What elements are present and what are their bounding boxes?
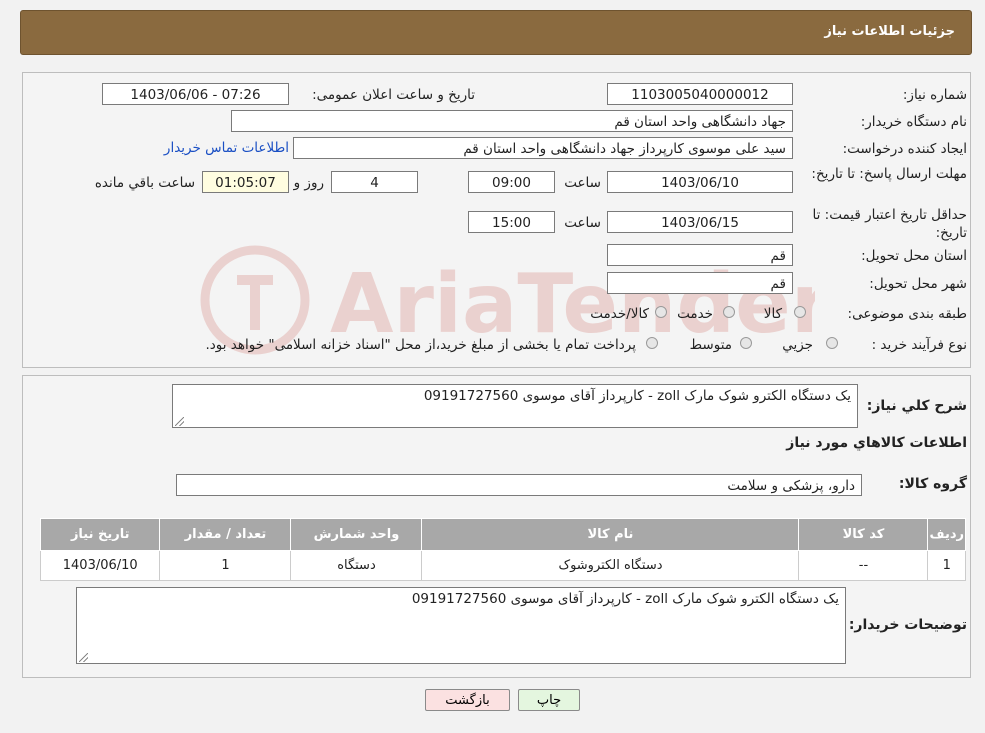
validity-time-label: ساعت [564, 215, 601, 231]
purchase-option-medium: متوسط [689, 337, 732, 353]
purchase-radio-minor[interactable] [826, 337, 838, 349]
validity-time-field: 15:00 [468, 211, 555, 233]
city-field: قم [607, 272, 793, 294]
page-title: جزئیات اطلاعات نیاز [824, 24, 955, 39]
quantity-cell: 1 [159, 550, 292, 581]
goods-info-title: اطلاعات کالاهاي مورد نياز [786, 435, 967, 451]
province-label: استان محل تحویل: [861, 248, 967, 264]
buyer-org-field: جهاد دانشگاهی واحد استان قم [231, 110, 793, 132]
col-unit: واحد شمارش [290, 518, 423, 551]
remaining-time-field: 01:05:07 [202, 171, 289, 193]
province-field: قم [607, 244, 793, 266]
reply-time-field: 09:00 [468, 171, 555, 193]
goods-name-cell: دستگاه الکتروشوک [421, 550, 800, 581]
row-number-cell: 1 [927, 550, 966, 581]
reply-time-label: ساعت [564, 175, 601, 191]
buyer-notes-text: یک دستگاه الکترو شوک مارک zoll - کارپردا… [411, 591, 839, 607]
requester-label: ایجاد کننده درخواست: [842, 141, 967, 157]
summary-textarea[interactable]: یک دستگاه الکترو شوک مارک zoll - کارپردا… [172, 384, 858, 428]
purchase-radio-medium[interactable] [740, 337, 752, 349]
need-date-cell: 1403/06/10 [39, 550, 161, 581]
resize-grip-icon[interactable] [175, 417, 184, 426]
treasury-checkbox[interactable] [646, 337, 658, 349]
col-need-date: تاریخ نیاز [39, 518, 161, 551]
treasury-note: پرداخت تمام یا بخشی از مبلغ خرید،از محل … [205, 337, 636, 353]
buyer-org-label: نام دستگاه خریدار: [860, 114, 967, 130]
category-radio-goods-service[interactable] [655, 306, 667, 318]
goods-group-label: گروه کالا: [898, 476, 967, 492]
back-button[interactable]: بازگشت [425, 689, 510, 711]
city-label: شهر محل تحویل: [869, 276, 967, 292]
col-goods-name: نام کالا [421, 518, 800, 551]
unit-cell: دستگاه [290, 550, 423, 581]
reply-deadline-label: مهلت ارسال پاسخ: تا تاریخ: [811, 166, 967, 182]
buyer-notes-label: توضیحات خریدار: [848, 617, 967, 633]
col-row-number: رديف [927, 518, 966, 551]
days-left-field: 4 [331, 171, 418, 193]
validity-date-field: 1403/06/15 [607, 211, 793, 233]
col-goods-code: کد کالا [798, 518, 929, 551]
goods-table-header: رديف کد کالا نام کالا واحد شمارش تعداد /… [39, 518, 966, 551]
purchase-option-minor: جزیي [782, 337, 813, 353]
need-number-field: 1103005040000012 [607, 83, 793, 105]
day-and-label: روز و [293, 175, 324, 191]
remaining-label: ساعت باقي مانده [94, 175, 195, 191]
price-validity-label: حداقل تاریخ اعتبار قیمت: تا تاریخ: [812, 207, 967, 241]
col-quantity: تعداد / مقدار [159, 518, 292, 551]
category-option-goods: کالا [763, 306, 782, 322]
table-row: 1 -- دستگاه الکتروشوک دستگاه 1 1403/06/1… [39, 550, 966, 581]
print-button[interactable]: چاپ [518, 689, 580, 711]
goods-code-cell: -- [798, 550, 929, 581]
summary-text: یک دستگاه الکترو شوک مارک zoll - کارپردا… [423, 388, 851, 404]
buyer-notes-textarea[interactable]: یک دستگاه الکترو شوک مارک zoll - کارپردا… [76, 587, 846, 664]
requester-field: سید علی موسوی کارپرداز جهاد دانشگاهی واح… [293, 137, 793, 159]
category-option-goods-service: کالا/خدمت [590, 306, 649, 322]
need-number-label: شماره نیاز: [902, 87, 967, 103]
purchase-type-label: نوع فرآیند خرید : [871, 337, 967, 353]
resize-grip-icon[interactable] [79, 653, 88, 662]
announce-datetime-field: 1403/06/06 - 07:26 [102, 83, 289, 105]
category-radio-service[interactable] [723, 306, 735, 318]
announce-datetime-label: تاریخ و ساعت اعلان عمومی: [312, 87, 475, 103]
goods-group-field: دارو، پزشکی و سلامت [176, 474, 862, 496]
buyer-contact-link[interactable]: اطلاعات تماس خریدار [164, 140, 289, 156]
goods-table: رديف کد کالا نام کالا واحد شمارش تعداد /… [39, 518, 966, 581]
category-radio-goods[interactable] [794, 306, 806, 318]
summary-label: شرح کلي نياز: [866, 398, 967, 414]
category-label: طبقه بندی موضوعی: [847, 306, 967, 322]
category-option-service: خدمت [677, 306, 713, 322]
reply-date-field: 1403/06/10 [607, 171, 793, 193]
page-header: جزئیات اطلاعات نیاز [20, 10, 972, 55]
